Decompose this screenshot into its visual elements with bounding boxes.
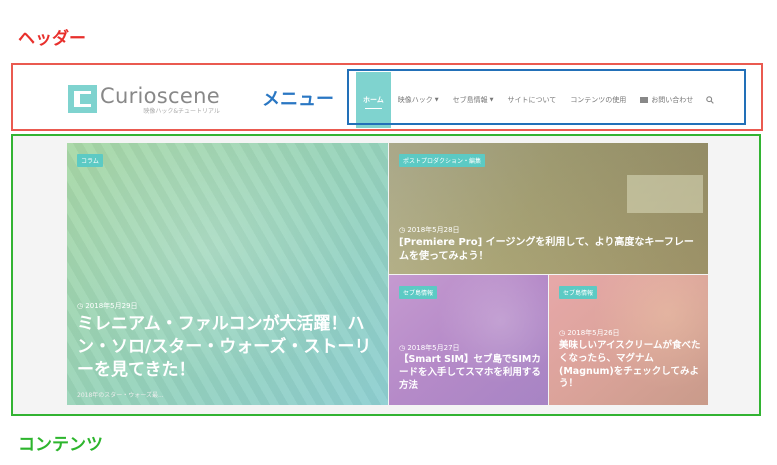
menu-annotation-frame	[347, 69, 746, 125]
content-annotation-label: コンテンツ	[18, 435, 103, 455]
content-annotation-frame	[11, 134, 761, 416]
header-annotation-label: ヘッダー	[18, 29, 86, 49]
